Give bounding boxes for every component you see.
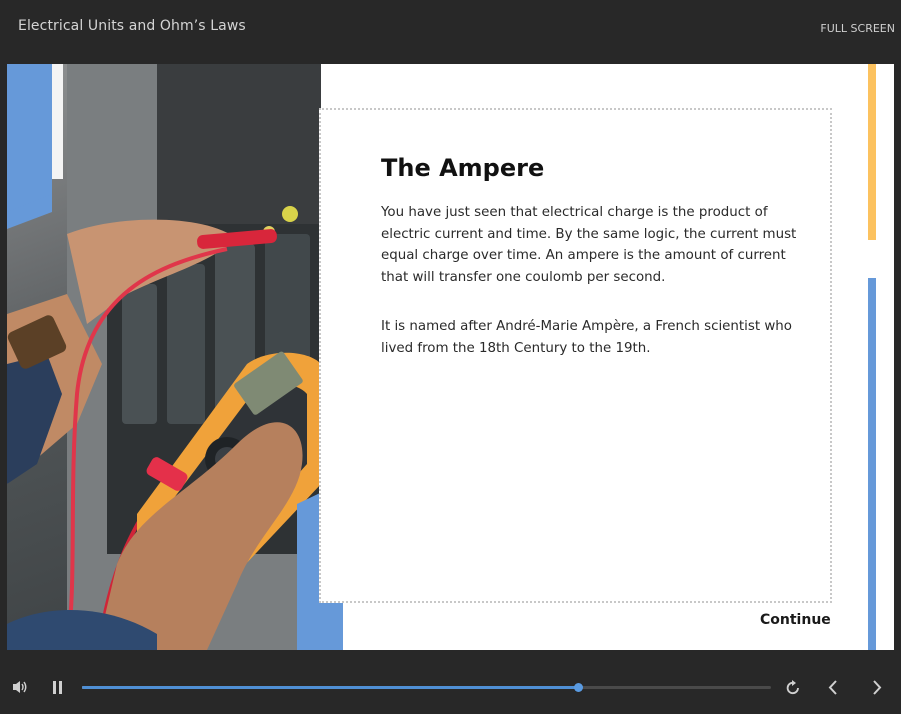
fullscreen-button[interactable]: FULL SCREEN [820,22,895,35]
accent-bar-blue [868,278,876,650]
chevron-left-icon[interactable] [828,680,838,700]
progress-scrubber[interactable] [82,683,771,692]
slide-heading: The Ampere [381,154,545,182]
electrician-photo [7,64,321,650]
player-controls [0,650,901,714]
player-header: Electrical Units and Ohm’s Laws FULL SCR… [0,0,901,64]
replay-icon[interactable] [786,680,800,700]
course-title: Electrical Units and Ohm’s Laws [18,18,246,34]
slide-paragraph-2: It is named after André-Marie Ampère, a … [381,319,792,356]
progress-fill [82,686,579,689]
photo-illustration [7,64,321,650]
chevron-right-icon[interactable] [872,680,882,700]
continue-button[interactable]: Continue [760,612,831,628]
volume-icon[interactable] [12,680,28,699]
slide-paragraph-1: You have just seen that electrical charg… [381,205,797,285]
content-card: The Ampere You have just seen that elect… [319,108,832,603]
progress-knob[interactable] [574,683,584,692]
pause-icon[interactable] [52,681,64,699]
slide-stage: The Ampere You have just seen that elect… [7,64,894,650]
accent-bar-yellow [868,64,876,240]
